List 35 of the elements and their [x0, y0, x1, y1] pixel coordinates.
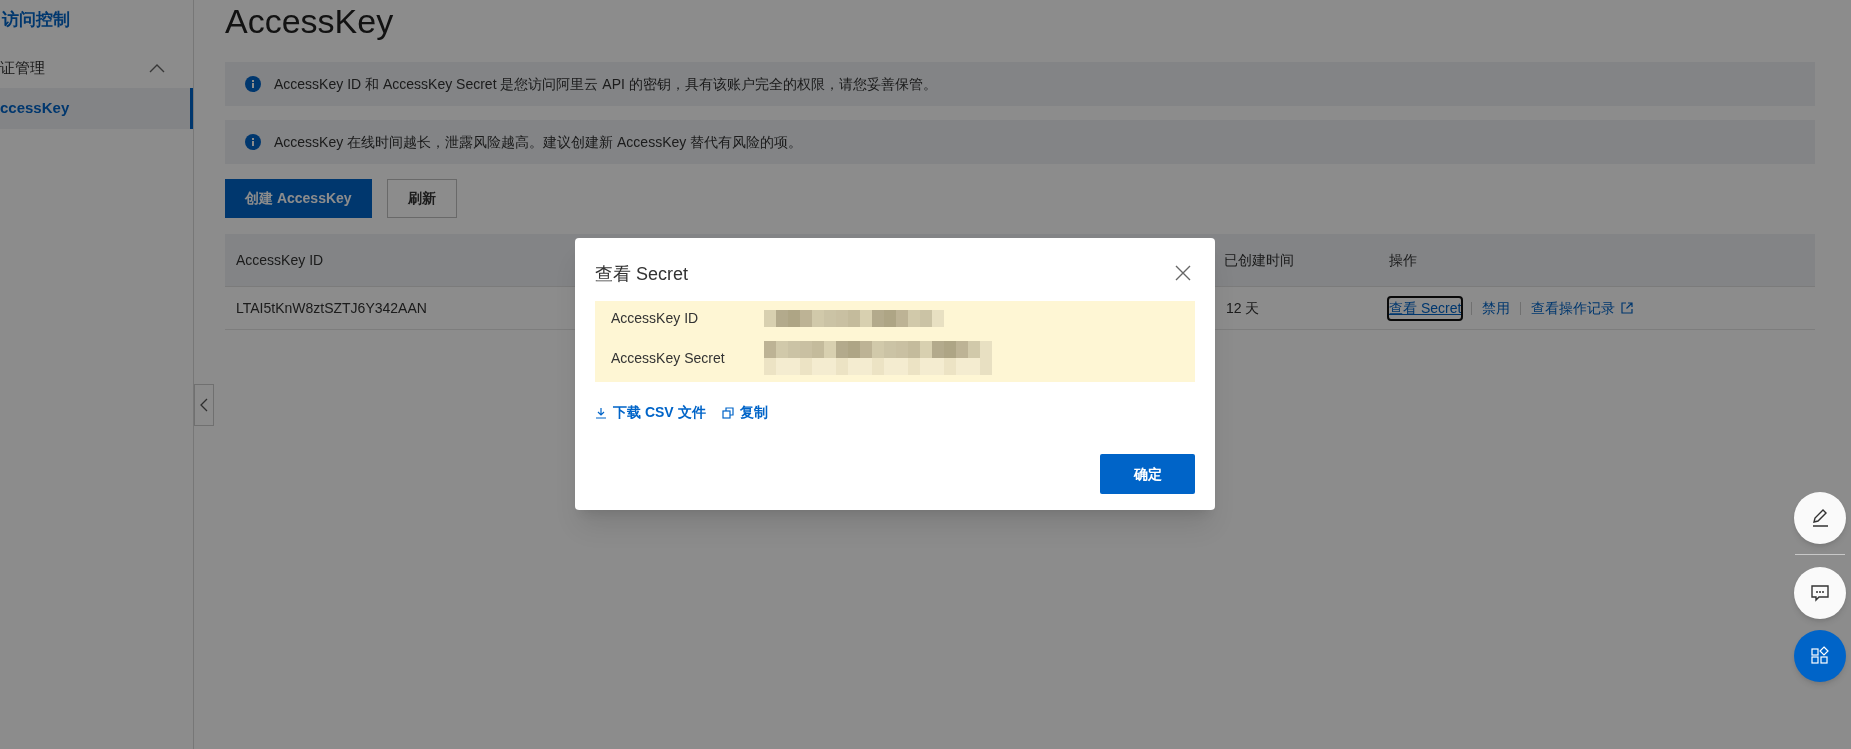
refresh-button[interactable]: 刷新: [386, 179, 457, 218]
chevron-left-icon: [200, 398, 208, 412]
pencil-icon: [1810, 508, 1830, 528]
close-button[interactable]: [1175, 264, 1193, 282]
page-title: AccessKey: [225, 1, 394, 41]
download-icon: [595, 406, 607, 419]
sidebar-item[interactable]: ccessKey: [0, 88, 193, 129]
copy-icon: [721, 406, 734, 419]
table-cell: LTAI5tKnW8ztSZTJ6Y342AAN: [236, 299, 427, 316]
copy-link[interactable]: 复制: [721, 402, 768, 423]
field-label: AccessKey ID: [611, 309, 700, 328]
sidebar-title: 访问控制: [0, 9, 71, 31]
close-icon: [1175, 265, 1191, 281]
chat-button[interactable]: [1794, 567, 1846, 619]
notice-text: AccessKey 在线时间越长，泄露风险越高。建议创建新 AccessKey 替代有风险的项。: [274, 132, 803, 152]
grid-icon: [1810, 646, 1830, 666]
notice-text: AccessKey ID 和 AccessKey Secret 是您访问阿里云 API 的密钥，具有该账户完全的权限，请您妥善保管。: [274, 74, 937, 94]
confirm-button[interactable]: 确定: [1100, 454, 1195, 494]
edit-button[interactable]: [1794, 492, 1846, 544]
apps-button[interactable]: [1794, 630, 1846, 682]
info-icon: [245, 76, 261, 92]
action-link[interactable]: 禁用: [1482, 297, 1511, 319]
download-link[interactable]: 下载 CSV 文件: [595, 402, 706, 423]
info-icon: [245, 134, 261, 150]
dialog-title: 查看 Secret: [595, 263, 689, 286]
field-label: AccessKey Secret: [611, 348, 726, 368]
column-header: AccessKey ID: [236, 251, 324, 268]
column-header: 已创建时间: [1224, 251, 1294, 268]
sidebar-group[interactable]: 证管理: [0, 54, 193, 82]
create-button[interactable]: 创建 AccessKey: [225, 179, 372, 218]
action-link[interactable]: 查看操作记录: [1531, 297, 1634, 319]
table-cell: 12 天: [1226, 299, 1260, 316]
action-link[interactable]: 查看 Secret: [1389, 297, 1462, 319]
column-header: 操作: [1389, 251, 1417, 268]
chat-icon: [1810, 583, 1830, 603]
